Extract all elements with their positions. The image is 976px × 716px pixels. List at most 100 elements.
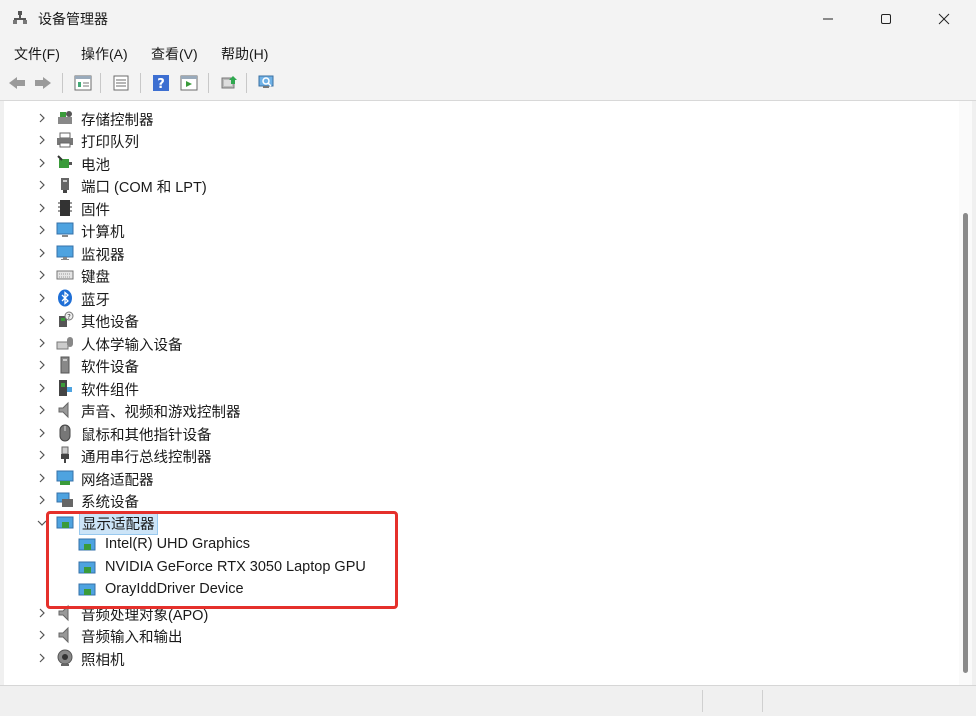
chevron-right-icon[interactable] — [36, 359, 48, 371]
usb-icon — [56, 446, 74, 464]
chevron-right-icon[interactable] — [36, 382, 48, 394]
scan-hardware-button[interactable] — [256, 72, 278, 94]
vertical-scrollbar[interactable] — [959, 101, 972, 685]
tree-item-storage-controllers[interactable]: 存储控制器 — [4, 107, 944, 129]
close-button[interactable] — [918, 0, 970, 38]
tree-item-label: 固件 — [81, 203, 110, 219]
tree-item-system-devices[interactable]: 系统设备 — [4, 489, 944, 511]
show-hidden-icon — [180, 75, 198, 91]
menu-help[interactable]: 帮助(H) — [219, 44, 270, 64]
forward-button[interactable] — [32, 72, 54, 94]
display-adapter-icon — [78, 559, 96, 577]
chevron-right-icon[interactable] — [36, 494, 48, 506]
keyboard-icon — [56, 266, 74, 284]
help-button[interactable]: ? — [150, 72, 172, 94]
chevron-right-icon[interactable] — [36, 314, 48, 326]
chevron-right-icon[interactable] — [36, 427, 48, 439]
tree-item-label: 蓝牙 — [81, 293, 110, 309]
menu-file[interactable]: 文件(F) — [12, 44, 62, 64]
tree-item-firmware[interactable]: 固件 — [4, 197, 944, 219]
tree-item-label: 存储控制器 — [81, 113, 154, 129]
properties-button[interactable] — [72, 72, 94, 94]
chevron-right-icon[interactable] — [36, 292, 48, 304]
tree-item-bluetooth[interactable]: 蓝牙 — [4, 287, 944, 309]
firmware-icon — [56, 199, 74, 217]
forward-icon — [35, 77, 51, 89]
tree-item-label: NVIDIA GeForce RTX 3050 Laptop GPU — [105, 559, 366, 575]
port-icon — [56, 176, 74, 194]
software-component-icon — [56, 379, 74, 397]
chevron-right-icon[interactable] — [36, 134, 48, 146]
tree-item-audio-io[interactable]: 音频输入和输出 — [4, 624, 944, 646]
maximize-button[interactable] — [860, 0, 912, 38]
tree-item-label: Intel(R) UHD Graphics — [105, 536, 251, 552]
chevron-right-icon[interactable] — [36, 629, 48, 641]
help-icon: ? — [153, 75, 169, 92]
chevron-right-icon[interactable] — [36, 337, 48, 349]
system-device-icon — [56, 491, 74, 509]
tree-item-software-components[interactable]: 软件组件 — [4, 377, 944, 399]
tree-item-label: 鼠标和其他指针设备 — [81, 428, 212, 444]
tree-item-software-devices[interactable]: 软件设备 — [4, 354, 944, 376]
tree-item-keyboards[interactable]: 键盘 — [4, 264, 944, 286]
network-adapter-icon — [56, 469, 74, 487]
tree-item-sound-video-game[interactable]: 声音、视频和游戏控制器 — [4, 399, 944, 421]
tree-item-label: 其他设备 — [81, 315, 139, 331]
tree-item-label: 端口 (COM 和 LPT) — [81, 180, 207, 196]
update-list-button[interactable] — [110, 72, 132, 94]
menu-view[interactable]: 查看(V) — [149, 44, 200, 64]
update-driver-button[interactable] — [218, 72, 240, 94]
tree-item-label: 软件设备 — [81, 360, 139, 376]
printer-icon — [56, 131, 74, 149]
tree-item-label: 照相机 — [81, 653, 125, 669]
svg-text:?: ? — [67, 313, 71, 321]
chevron-right-icon[interactable] — [36, 112, 48, 124]
scrollbar-thumb[interactable] — [963, 213, 968, 673]
minimize-button[interactable] — [802, 0, 854, 38]
tree-item-cameras[interactable]: 照相机 — [4, 647, 944, 669]
speaker-icon — [56, 401, 74, 419]
tree-item-usb[interactable]: 通用串行总线控制器 — [4, 444, 944, 466]
tree-item-intel-uhd[interactable]: Intel(R) UHD Graphics — [4, 534, 944, 556]
chevron-right-icon[interactable] — [36, 179, 48, 191]
scan-hardware-icon — [258, 75, 274, 88]
chevron-right-icon[interactable] — [36, 472, 48, 484]
tree-item-hid[interactable]: 人体学输入设备 — [4, 332, 944, 354]
chevron-right-icon[interactable] — [36, 449, 48, 461]
chevron-right-icon[interactable] — [36, 157, 48, 169]
back-button[interactable] — [6, 72, 28, 94]
chevron-right-icon[interactable] — [36, 202, 48, 214]
chevron-right-icon[interactable] — [36, 269, 48, 281]
chevron-down-icon[interactable] — [36, 517, 48, 529]
device-tree-pane[interactable]: 存储控制器 打印队列 电池 端口 (COM 和 LPT) 固件 计算机 监视器 … — [4, 101, 972, 685]
chevron-right-icon[interactable] — [36, 224, 48, 236]
status-bar — [0, 685, 976, 716]
tree-item-computer[interactable]: 计算机 — [4, 219, 944, 241]
tree-item-mice[interactable]: 鼠标和其他指针设备 — [4, 422, 944, 444]
display-adapter-icon — [78, 536, 96, 554]
tree-item-label: 通用串行总线控制器 — [81, 450, 212, 466]
tree-item-label: 网络适配器 — [81, 473, 154, 489]
tree-item-label: 打印队列 — [81, 135, 139, 151]
tree-item-label: 计算机 — [81, 225, 125, 241]
tree-item-ports[interactable]: 端口 (COM 和 LPT) — [4, 174, 944, 196]
tree-item-batteries[interactable]: 电池 — [4, 152, 944, 174]
tree-item-display-adapters[interactable]: 显示适配器 — [4, 512, 944, 535]
properties-icon — [74, 75, 92, 91]
menu-action[interactable]: 操作(A) — [79, 44, 130, 64]
tree-item-label: 键盘 — [81, 270, 110, 286]
chevron-right-icon[interactable] — [36, 652, 48, 664]
chevron-right-icon[interactable] — [36, 247, 48, 259]
tree-item-network-adapters[interactable]: 网络适配器 — [4, 467, 944, 489]
tree-item-other-devices[interactable]: ? 其他设备 — [4, 309, 944, 331]
title-bar[interactable]: 设备管理器 — [0, 0, 976, 38]
tree-item-oray-idd[interactable]: OrayIddDriver Device — [4, 579, 944, 601]
tree-item-print-queues[interactable]: 打印队列 — [4, 129, 944, 151]
chevron-right-icon[interactable] — [36, 404, 48, 416]
tree-item-audio-processing[interactable]: 音频处理对象(APO) — [4, 602, 944, 624]
tree-item-nvidia-rtx-3050[interactable]: NVIDIA GeForce RTX 3050 Laptop GPU — [4, 557, 944, 579]
tree-item-monitors[interactable]: 监视器 — [4, 242, 944, 264]
toolbar: ? — [0, 68, 976, 101]
chevron-right-icon[interactable] — [36, 607, 48, 619]
show-hidden-button[interactable] — [178, 72, 200, 94]
